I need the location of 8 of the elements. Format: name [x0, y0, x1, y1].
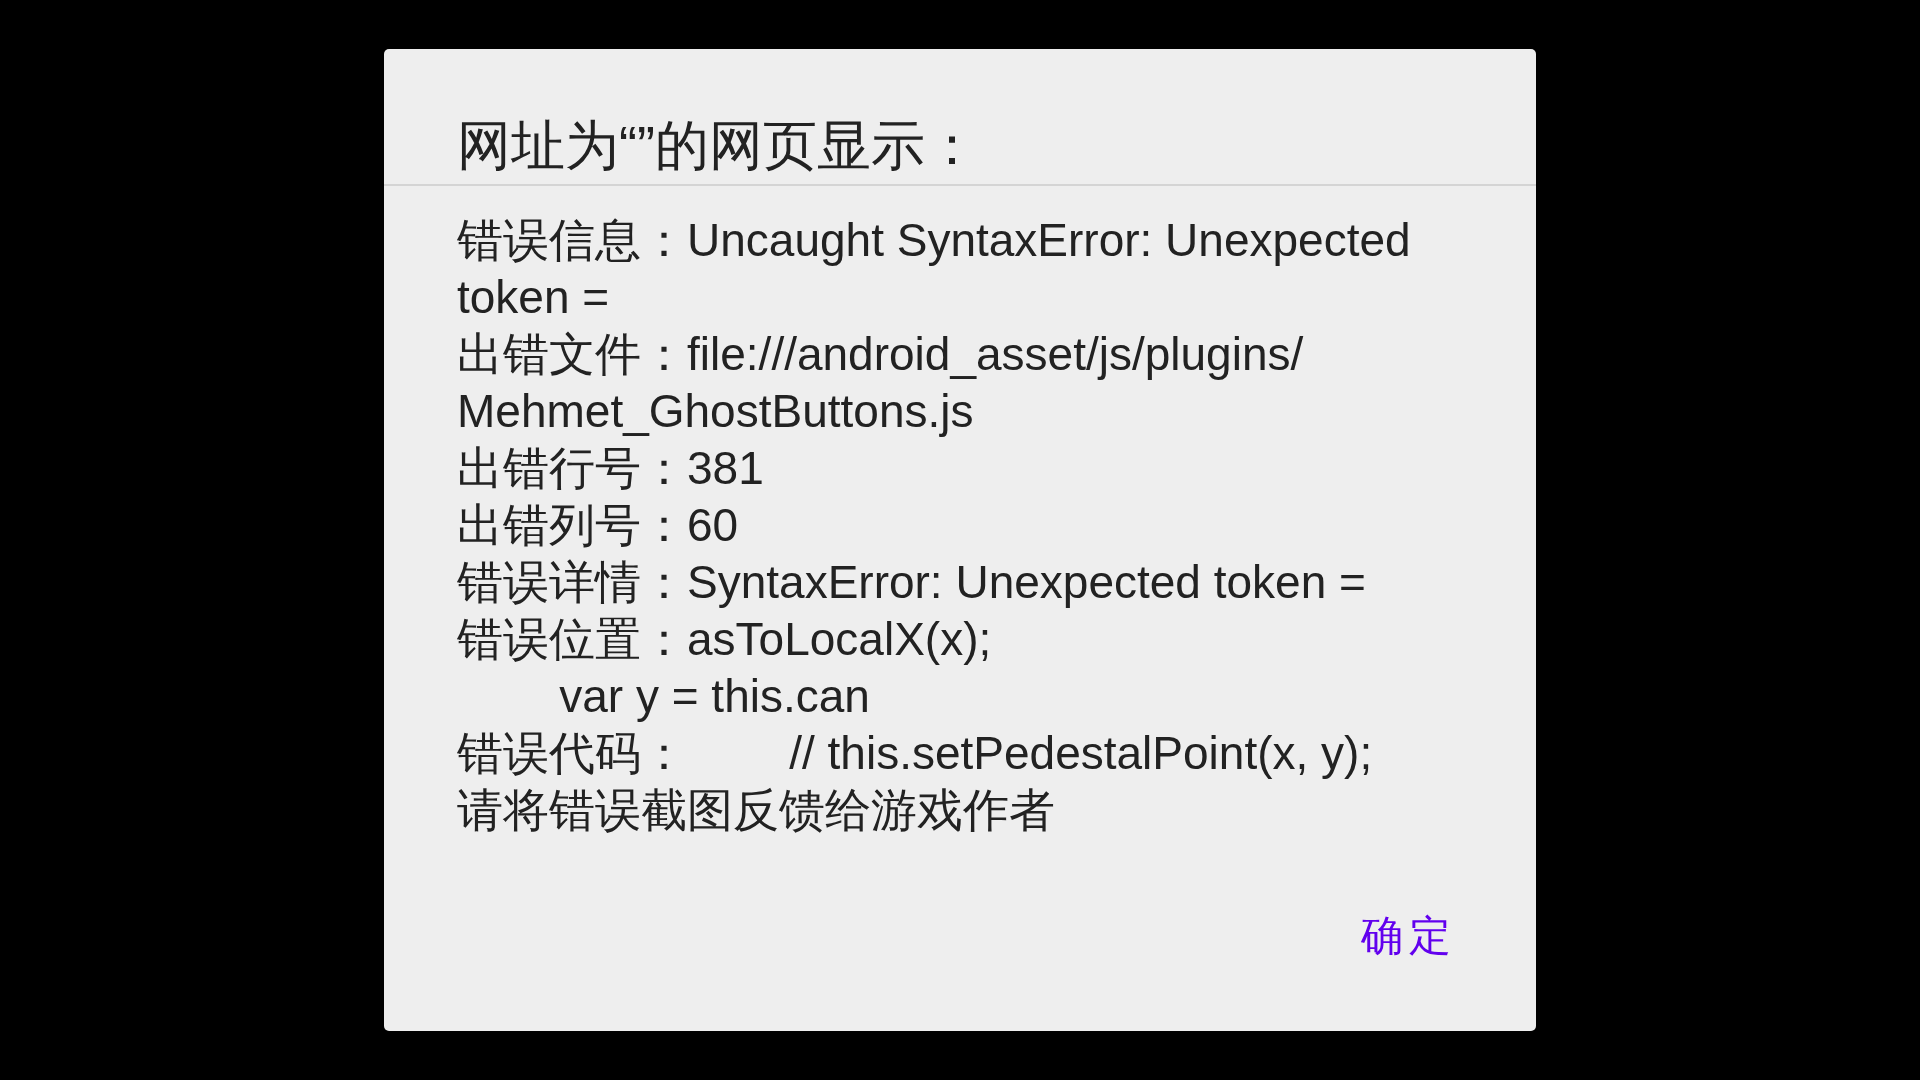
error-message-line: 错误代码： // this.setPedestalPoint(x, y); [457, 725, 1374, 781]
error-message-line: 出错列号：60 [457, 497, 740, 553]
ok-button[interactable]: 确定 [1353, 902, 1465, 969]
error-message-line: 错误详情：SyntaxError: Unexpected token = [457, 554, 1367, 610]
error-message-line: 出错文件：file:///android_asset/js/plugins/Mehmet_GhostButtons.js [457, 326, 1305, 439]
error-message-line: 出错行号：381 [457, 440, 765, 496]
dialog-title: 网址为“”的网页显示： [457, 114, 980, 177]
error-message-line: 请将错误截图反馈给游戏作者 [457, 782, 1056, 838]
